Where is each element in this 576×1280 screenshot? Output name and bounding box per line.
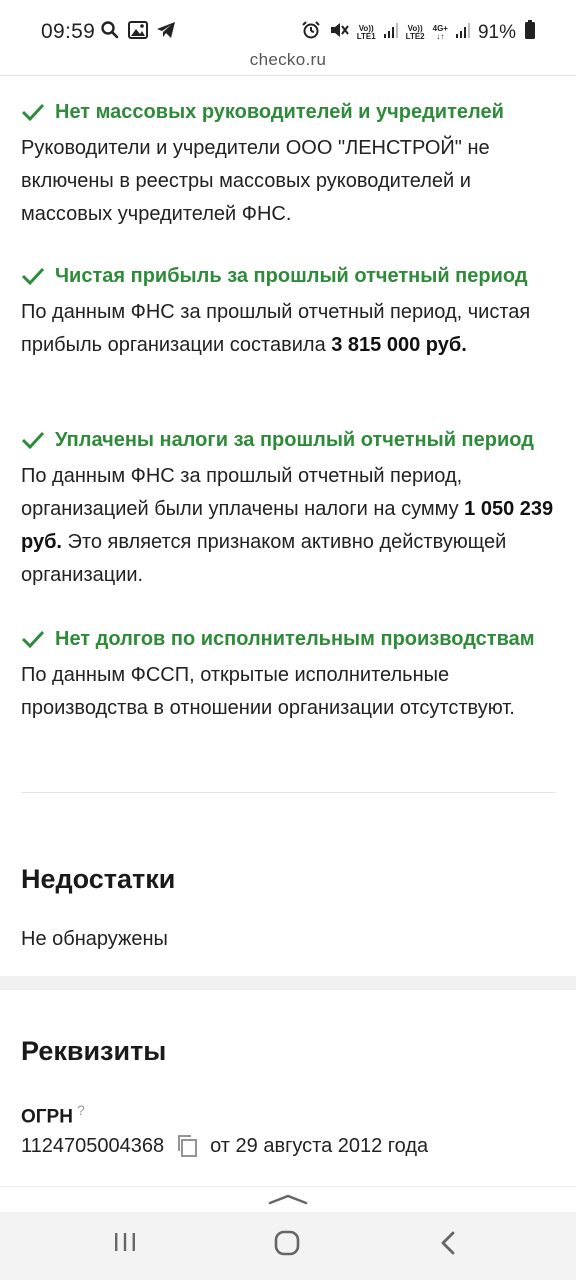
- check-item-mass-leaders: Нет массовых руководителей и учредителей…: [21, 98, 556, 231]
- url-bar[interactable]: checko.ru: [0, 50, 576, 76]
- shortcomings-text: Не обнаружены: [21, 928, 168, 950]
- shortcomings-title: Недостатки: [21, 864, 176, 894]
- check-title-text: Чистая прибыль за прошлый отчетный перио…: [55, 264, 528, 287]
- checkmark-icon: [21, 103, 45, 121]
- check-item-taxes-paid: Уплачены налоги за прошлый отчетный пери…: [21, 426, 556, 592]
- check-title-text: Нет долгов по исполнительным производств…: [55, 627, 535, 650]
- mute-icon: [329, 20, 349, 45]
- status-bar: 09:59 Vo)) LTE1 Vo)) LTE2 4G+ ↓↑ 91%: [0, 0, 576, 50]
- checkmark-icon: [21, 267, 45, 285]
- back-button[interactable]: [438, 1230, 458, 1261]
- section-divider: [21, 792, 556, 793]
- check-text: Руководители и учредители ООО "ЛЕНСТРОЙ"…: [21, 137, 490, 225]
- recent-apps-button[interactable]: [113, 1230, 137, 1259]
- sim2-indicator: Vo)) LTE2: [405, 23, 425, 41]
- ogrn-label: ОГРН?: [21, 1102, 85, 1128]
- battery-percent: 91%: [477, 21, 516, 43]
- check-text: По данным ФНС за прошлый отчетный период…: [21, 465, 554, 586]
- ogrn-row: 1124705004368 от 29 августа 2012 года: [21, 1134, 428, 1158]
- chevron-up-icon: [268, 1194, 308, 1205]
- home-button[interactable]: [274, 1230, 300, 1261]
- page-content: Нет массовых руководителей и учредителей…: [0, 76, 576, 1186]
- signal-bars-icon-1: [383, 22, 398, 43]
- ogrn-value: 1124705004368: [21, 1134, 165, 1157]
- check-title: Уплачены налоги за прошлый отчетный пери…: [21, 426, 556, 454]
- check-item-no-debts: Нет долгов по исполнительным производств…: [21, 625, 556, 725]
- help-icon[interactable]: ?: [77, 1102, 85, 1118]
- checkmark-icon: [21, 630, 45, 648]
- check-text: По данным ФССП, открытые исполнительные …: [21, 664, 515, 719]
- gallery-icon: [128, 21, 148, 44]
- check-title-text: Нет массовых руководителей и учредителей: [55, 100, 504, 123]
- sim1-indicator: Vo)) LTE1: [356, 23, 376, 41]
- check-title: Нет массовых руководителей и учредителей: [21, 98, 556, 126]
- network-type-indicator: 4G+ ↓↑: [432, 23, 448, 41]
- copy-icon[interactable]: [176, 1134, 198, 1158]
- status-time: 09:59: [41, 20, 96, 43]
- bottom-sheet-handle[interactable]: [0, 1186, 576, 1212]
- system-nav-bar: [0, 1212, 576, 1280]
- signal-bars-icon-2: [455, 22, 470, 43]
- url-text: checko.ru: [249, 50, 327, 69]
- telegram-icon: [156, 21, 176, 44]
- requisites-title: Реквизиты: [21, 1036, 167, 1066]
- ogrn-date: от 29 августа 2012 года: [210, 1134, 429, 1157]
- check-title-text: Уплачены налоги за прошлый отчетный пери…: [55, 428, 534, 451]
- check-title: Нет долгов по исполнительным производств…: [21, 625, 556, 653]
- profit-amount: 3 815 000 руб.: [331, 334, 467, 356]
- alarm-icon: [301, 20, 321, 45]
- checkmark-icon: [21, 431, 45, 449]
- section-separator-band: [0, 976, 576, 990]
- search-icon: [100, 20, 120, 45]
- check-text: По данным ФНС за прошлый отчетный период…: [21, 301, 531, 356]
- battery-icon: [524, 20, 536, 45]
- check-item-net-profit: Чистая прибыль за прошлый отчетный перио…: [21, 262, 556, 362]
- check-title: Чистая прибыль за прошлый отчетный перио…: [21, 262, 556, 290]
